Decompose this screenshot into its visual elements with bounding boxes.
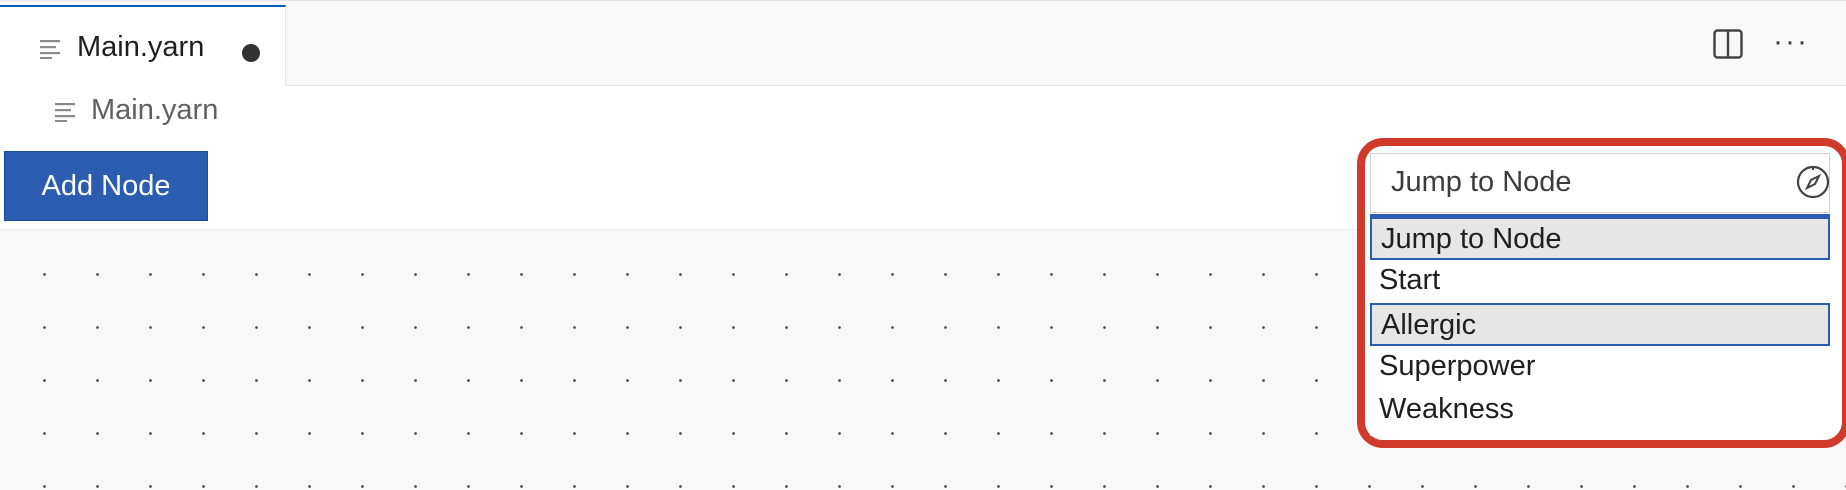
jump-to-node-options: Jump to Node Start Allergic Superpower W… [1370, 214, 1830, 436]
more-actions-icon[interactable]: ··· [1773, 27, 1813, 61]
jump-to-node-select[interactable]: Jump to Node [1370, 153, 1830, 213]
file-lines-icon [55, 103, 75, 122]
add-node-button[interactable]: Add Node [4, 151, 208, 221]
split-editor-icon[interactable] [1713, 29, 1743, 59]
breadcrumb-file[interactable]: Main.yarn [91, 94, 218, 127]
tab-label: Main.yarn [77, 31, 205, 63]
option-superpower[interactable]: Superpower [1370, 346, 1830, 389]
option-jump-to-node[interactable]: Jump to Node [1370, 217, 1830, 260]
breadcrumb: Main.yarn [0, 86, 1846, 136]
file-lines-icon [40, 40, 60, 59]
unsaved-dot-icon[interactable] [242, 44, 260, 62]
tab-main-yarn[interactable]: Main.yarn [0, 5, 286, 87]
compass-icon [1796, 165, 1830, 199]
jump-to-node-value: Jump to Node [1391, 166, 1572, 198]
option-start[interactable]: Start [1370, 260, 1830, 303]
option-weakness[interactable]: Weakness [1370, 389, 1830, 432]
option-allergic[interactable]: Allergic [1370, 303, 1830, 346]
editor-tab-bar: Main.yarn ··· [0, 0, 1846, 87]
